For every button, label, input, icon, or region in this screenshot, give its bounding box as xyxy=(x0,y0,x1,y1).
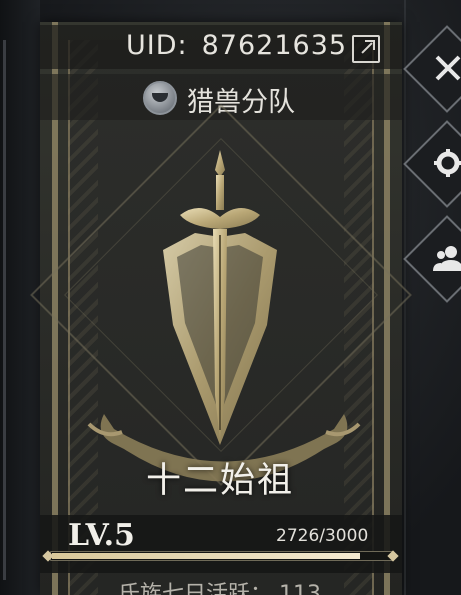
uid-display: UID: 87621635 xyxy=(126,30,347,61)
level-label: LV.5 xyxy=(68,518,135,553)
xp-progress-bar xyxy=(50,551,393,561)
uid-label: UID: xyxy=(126,30,188,61)
clan-card-screen: UID: 87621635 猎兽分队 十二始祖 LV.5 2726/3000 氏… xyxy=(0,0,461,595)
xp-text: 2726/3000 xyxy=(276,526,369,546)
copy-uid-icon[interactable] xyxy=(352,35,380,63)
clan-title: 十二始祖 xyxy=(145,461,294,501)
uid-value: 87621635 xyxy=(201,30,348,61)
swords-icon[interactable] xyxy=(428,48,461,88)
members-icon[interactable] xyxy=(428,238,461,278)
xp-progress-fill xyxy=(52,553,360,559)
squad-mask-icon xyxy=(143,81,177,115)
weekly-activity-text: 氏族七日活跃： 113 xyxy=(118,582,321,595)
gear-icon[interactable] xyxy=(428,143,461,183)
squad-name: 猎兽分队 xyxy=(187,87,295,118)
